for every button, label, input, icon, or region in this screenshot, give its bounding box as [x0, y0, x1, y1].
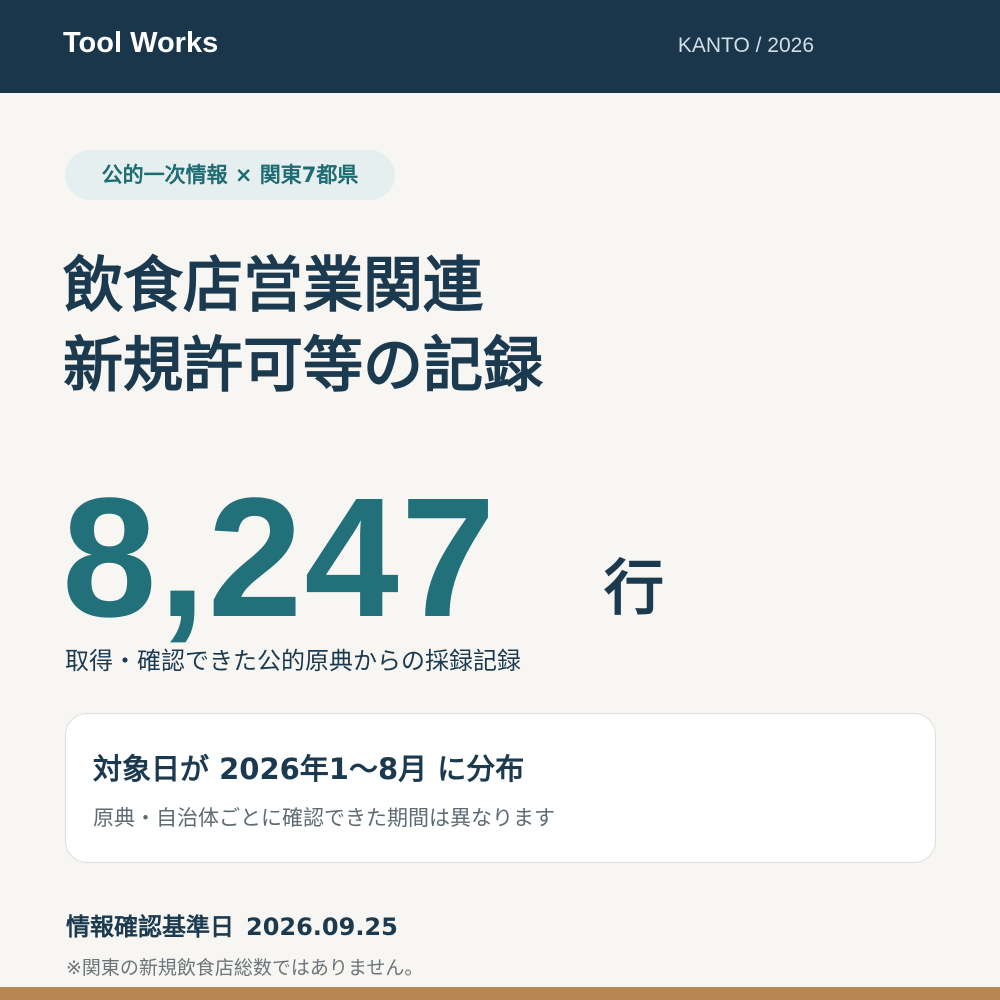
- page-title-line-2: 新規許可等の記録: [63, 331, 543, 401]
- record-count-description: 取得・確認できた公的原典からの採録記録: [65, 647, 521, 675]
- date-range-title: 対象日が 2026年1〜8月 に分布: [93, 752, 525, 786]
- record-count-value: 8,247: [62, 463, 498, 653]
- brand-logo-text: Tool Works: [63, 27, 219, 59]
- record-count-unit: 行: [604, 554, 664, 624]
- page-title: 飲食店営業関連 新規許可等の記録: [63, 246, 543, 406]
- header-bar: Tool Works KANTO / 2026: [0, 0, 1000, 93]
- region-label: KANTO / 2026: [677, 34, 814, 57]
- date-range-card: 対象日が 2026年1〜8月 に分布 原典・自治体ごとに確認できた期間は異なりま…: [65, 713, 936, 863]
- reference-date: 情報確認基準日 2026.09.25: [66, 907, 398, 942]
- reference-date-label: 情報確認基準日: [66, 913, 234, 941]
- disclaimer-note: ※関東の新規飲食店総数ではありません。: [66, 957, 424, 979]
- page-title-line-1: 飲食店営業関連: [63, 251, 483, 321]
- bottom-accent-bar: [0, 987, 1000, 1000]
- category-tag: 公的一次情報 × 関東7都県: [65, 150, 395, 200]
- date-range-note: 原典・自治体ごとに確認できた期間は異なります: [93, 806, 555, 830]
- reference-date-value: 2026.09.25: [246, 913, 398, 941]
